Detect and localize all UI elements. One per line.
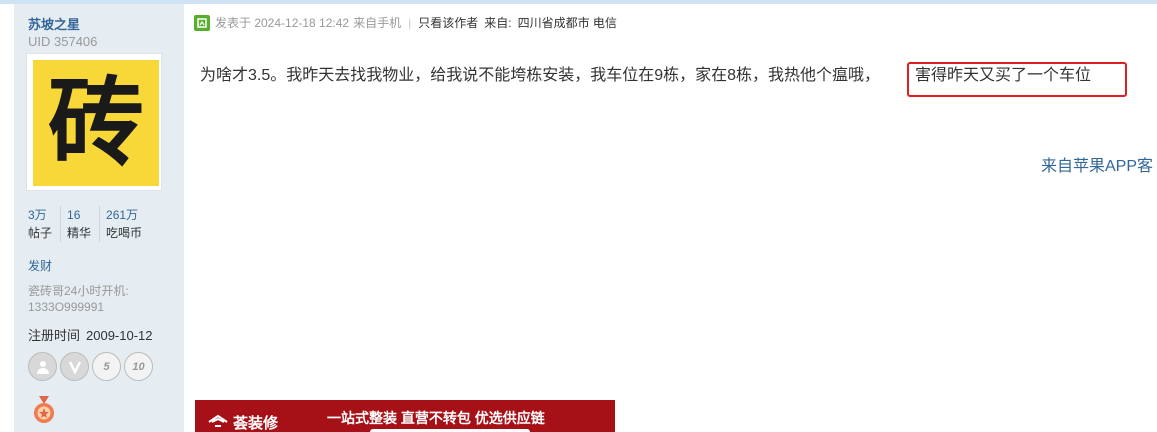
- ad-logo-icon: [208, 414, 228, 427]
- author-name-link[interactable]: 苏坡之星: [28, 14, 80, 33]
- author-sidebar: 苏坡之星 UID 357406 砖 3万 帖子 16 精华 261万 吃喝币 发…: [14, 4, 184, 432]
- stat-posts[interactable]: 3万 帖子: [28, 206, 62, 242]
- ten-years-medal-label: 10: [132, 360, 145, 373]
- user-uid: UID 357406: [28, 34, 98, 49]
- ad-banner[interactable]: 荟装修 一站式整装 直营不转包 优选供应链: [195, 400, 615, 432]
- user-medal-icon[interactable]: [28, 352, 57, 381]
- user-action-link[interactable]: 发财: [28, 257, 52, 274]
- location-value: 四川省成都市 电信: [517, 16, 617, 30]
- post-meta: 发表于 2024-12-18 12:42 来自手机 | 只看该作者 来自: 四川…: [194, 14, 617, 31]
- v-medal-icon[interactable]: [60, 352, 89, 381]
- client-source-link[interactable]: 来自苹果APP客: [1041, 152, 1153, 176]
- avatar-image: 砖: [33, 60, 159, 186]
- ad-slogan: 一站式整装 直营不转包 优选供应链: [327, 410, 545, 426]
- stat-posts-value: 3万: [28, 208, 47, 222]
- stat-coins-label: 吃喝币: [106, 226, 143, 240]
- meta-divider: |: [408, 15, 412, 30]
- signature-line-1: 瓷砖哥24小时开机:: [28, 284, 129, 298]
- ad-brand: 荟装修: [207, 412, 278, 432]
- medal-row: 5 10: [28, 352, 153, 381]
- five-years-medal-label: 5: [103, 360, 110, 373]
- ten-years-medal-icon[interactable]: 10: [124, 352, 153, 381]
- user-stats: 3万 帖子 16 精华 261万 吃喝币: [28, 206, 178, 242]
- register-label: 注册时间: [28, 328, 81, 343]
- honor-medal-icon[interactable]: [33, 396, 55, 424]
- avatar[interactable]: 砖: [26, 53, 162, 191]
- register-date: 2009-10-12: [86, 328, 153, 343]
- post-time: 发表于 2024-12-18 12:42: [215, 16, 350, 30]
- stat-digest-value: 16: [67, 208, 81, 222]
- avatar-char: 砖: [48, 67, 144, 179]
- location-label: 来自:: [484, 16, 512, 30]
- post-content: 为啥才3.5。我昨天去找我物业，给我说不能垮栋安装，我车位在9栋，家在8栋，我热…: [200, 67, 881, 84]
- post-source: 来自手机: [353, 16, 402, 30]
- stat-coins-value: 261万: [106, 208, 139, 222]
- red-highlight-box: [907, 62, 1127, 97]
- post-status-icon: [194, 14, 210, 31]
- stat-digest-label: 精华: [67, 226, 92, 240]
- register-info: 注册时间 2009-10-12: [28, 325, 153, 344]
- ad-brand-text: 荟装修: [233, 415, 279, 432]
- stat-digest[interactable]: 16 精华: [67, 206, 101, 242]
- stat-posts-label: 帖子: [28, 226, 53, 240]
- signature-line-2: 1333O999991: [28, 300, 105, 314]
- five-years-medal-icon[interactable]: 5: [92, 352, 121, 381]
- author-only-link[interactable]: 只看该作者: [418, 14, 478, 31]
- stat-coins[interactable]: 261万 吃喝币: [106, 206, 150, 242]
